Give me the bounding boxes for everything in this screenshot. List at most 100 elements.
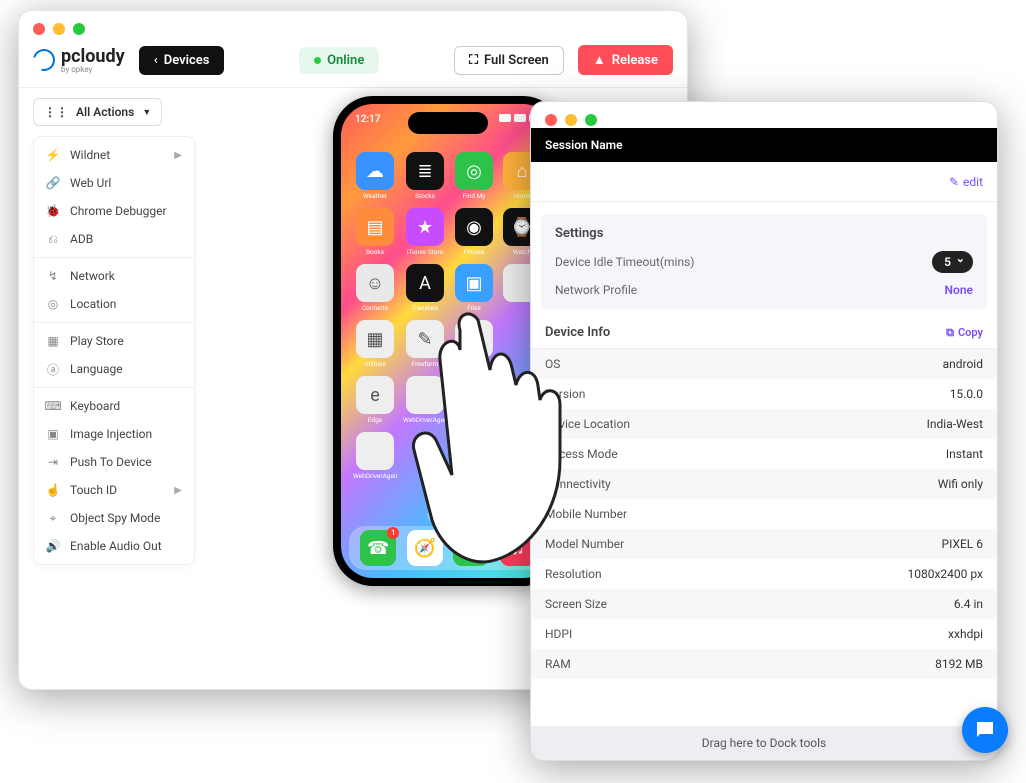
badge: 673 <box>474 527 492 539</box>
info-key: RAM <box>545 657 571 671</box>
app-webdriveragen-[interactable]: WebDriverAgen... <box>353 432 397 480</box>
app-weather[interactable]: ☁ Weather <box>353 152 397 200</box>
fullscreen-button[interactable]: ⛶ Full Screen <box>454 46 564 75</box>
info-row-os: OSandroid <box>531 349 997 379</box>
all-actions-dropdown[interactable]: ⋮⋮ All Actions ▼ <box>33 98 162 126</box>
copy-icon: ⧉ <box>946 326 954 340</box>
app-contacts[interactable]: ☺ Contacts <box>353 264 397 312</box>
app-translate[interactable]: A Translate <box>403 264 447 312</box>
info-row-connectivity: Connectivity Wifi only <box>531 469 997 499</box>
info-row-ram: RAM 8192 MB <box>531 649 997 679</box>
sidebar-item-label: Image Injection <box>70 427 152 441</box>
app-find-my[interactable]: ◎ Find My <box>453 152 495 200</box>
app-edge[interactable]: e Edge <box>353 376 397 424</box>
minimize-icon[interactable] <box>53 23 65 35</box>
dock-footer[interactable]: Drag here to Dock tools <box>531 726 997 760</box>
sidebar-item-location[interactable]: ◎ Location <box>34 290 194 318</box>
eject-icon: ▲ <box>593 52 606 68</box>
chevron-down-icon: ▼ <box>142 107 151 118</box>
phone-screen[interactable]: 12:17 ☁ Weather≣ Stocks◎ Find My⌂ Home▤ … <box>341 104 555 578</box>
app-app-s-[interactable]: ▣ App S... <box>453 320 495 368</box>
sidebar-item-adb[interactable]: ⎌ ADB <box>34 225 194 253</box>
actions-column: ⋮⋮ All Actions ▼ ⚡ Wildnet ▶🔗 Web Url 🐞 … <box>19 88 209 676</box>
app-utilities[interactable]: ▦ Utilities <box>353 320 397 368</box>
idle-timeout-label: Device Idle Timeout(mins) <box>555 255 694 269</box>
sidebar-item-wildnet[interactable]: ⚡ Wildnet ▶ <box>34 141 194 169</box>
window-controls <box>19 11 687 37</box>
dock-app[interactable]: 🧭 <box>407 530 443 566</box>
info-value: PIXEL 6 <box>942 537 983 551</box>
close-icon[interactable] <box>545 114 557 126</box>
info-value: India-West <box>927 417 983 431</box>
info-key: Model Number <box>545 537 624 551</box>
info-value: Instant <box>946 447 983 461</box>
sidebar-item-chrome-debugger[interactable]: 🐞 Chrome Debugger <box>34 197 194 225</box>
chevron-right-icon: ▶ <box>174 150 182 161</box>
info-key: Resolution <box>545 567 602 581</box>
info-value: 8192 MB <box>935 657 983 671</box>
app-books[interactable]: ▤ Books <box>353 208 397 256</box>
brand-logo: pcloudy by opkey <box>33 46 125 74</box>
maximize-icon[interactable] <box>585 114 597 126</box>
chat-button[interactable] <box>962 707 1008 753</box>
app-mediaclient[interactable]: MediaClient <box>453 376 495 424</box>
chevron-right-icon: ▶ <box>174 485 182 496</box>
dock-app[interactable]: 💬673 <box>453 530 489 566</box>
minimize-icon[interactable] <box>565 114 577 126</box>
dock-app[interactable]: ☎1 <box>360 530 396 566</box>
actions-menu: ⚡ Wildnet ▶🔗 Web Url 🐞 Chrome Debugger ⎌… <box>33 136 195 565</box>
sidebar-item-play-store[interactable]: ▦ Play Store <box>34 327 194 355</box>
brand-name: pcloudy <box>61 46 125 67</box>
session-name-row: ✎ edit <box>531 162 997 202</box>
edit-session-button[interactable]: ✎ edit <box>949 175 983 189</box>
keyboard-icon: ⌨ <box>46 399 60 413</box>
sidebar-item-label: Location <box>70 297 116 311</box>
app-freeform[interactable]: ✎ Freeform <box>403 320 447 368</box>
info-key: Connectivity <box>545 477 611 491</box>
language-icon: ⓐ <box>46 362 60 376</box>
devices-button[interactable]: ‹ Devices <box>139 46 225 75</box>
sidebar-item-image-injection[interactable]: ▣ Image Injection <box>34 420 194 448</box>
search-pill[interactable]: Search <box>427 508 469 522</box>
link-icon: 🔗 <box>46 176 60 190</box>
info-key: Access Mode <box>545 447 618 461</box>
chevron-left-icon: ‹ <box>154 53 158 68</box>
sidebar-item-label: Web Url <box>70 176 111 190</box>
info-key: OS <box>545 357 560 371</box>
app-itunes-store[interactable]: ★ iTunes Store <box>403 208 447 256</box>
sidebar-item-label: Object Spy Mode <box>70 511 160 525</box>
info-value: 1080x2400 px <box>908 567 984 581</box>
info-row-screen-size: Screen Size6.4 in <box>531 589 997 619</box>
app-stocks[interactable]: ≣ Stocks <box>403 152 447 200</box>
idle-timeout-select[interactable]: 5 <box>932 251 973 273</box>
release-button[interactable]: ▲ Release <box>578 45 673 75</box>
panel-window-controls <box>531 102 997 128</box>
sidebar-item-label: Language <box>70 362 123 376</box>
close-icon[interactable] <box>33 23 45 35</box>
sidebar-item-keyboard[interactable]: ⌨ Keyboard <box>34 392 194 420</box>
network-profile-value[interactable]: None <box>945 283 973 297</box>
touch-icon: ☝ <box>46 483 60 497</box>
phone-frame: 12:17 ☁ Weather≣ Stocks◎ Find My⌂ Home▤ … <box>333 96 563 586</box>
copy-button[interactable]: ⧉ Copy <box>946 326 983 340</box>
info-key: Version <box>545 387 585 401</box>
maximize-icon[interactable] <box>73 23 85 35</box>
settings-block: Settings Device Idle Timeout(mins) 5 Net… <box>541 214 987 309</box>
sidebar-item-language[interactable]: ⓐ Language <box>34 355 194 383</box>
app-fitness[interactable]: ◉ Fitness <box>453 208 495 256</box>
sidebar-item-touch-id[interactable]: ☝ Touch ID ▶ <box>34 476 194 504</box>
sidebar-item-enable-audio-out[interactable]: 🔊 Enable Audio Out <box>34 532 194 560</box>
sidebar-item-label: Wildnet <box>70 148 110 162</box>
sidebar-item-web-url[interactable]: 🔗 Web Url <box>34 169 194 197</box>
info-value: Wifi only <box>938 477 983 491</box>
phone-dock: ☎1🧭💬673♫1 <box>349 526 547 570</box>
sidebar-item-network[interactable]: ↯ Network <box>34 262 194 290</box>
chat-icon <box>973 718 997 742</box>
store-icon: ▦ <box>46 334 60 348</box>
sidebar-item-object-spy-mode[interactable]: ⌖ Object Spy Mode <box>34 504 194 532</box>
info-value: xxhdpi <box>948 627 983 641</box>
sidebar-item-label: Push To Device <box>70 455 152 469</box>
app-webdriveragen-[interactable]: WebDriverAgen... <box>403 376 447 424</box>
sidebar-item-push-to-device[interactable]: ⇥ Push To Device <box>34 448 194 476</box>
app-files[interactable]: ▣ Files <box>453 264 495 312</box>
